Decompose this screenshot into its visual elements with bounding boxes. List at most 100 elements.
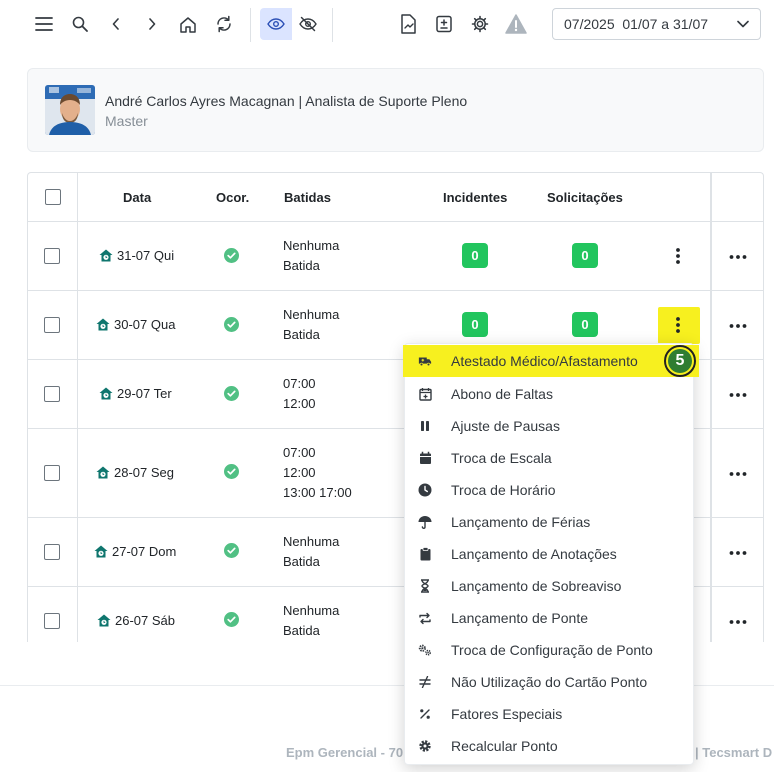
hourglass-icon <box>418 579 432 593</box>
gear-icon[interactable] <box>466 10 494 38</box>
punch-line: 07:00 <box>283 376 316 391</box>
row-checkbox[interactable] <box>44 317 60 333</box>
home-icon[interactable] <box>174 10 202 38</box>
menu-icon[interactable] <box>30 10 58 38</box>
menu-item-absence-allowance[interactable]: Abono de Faltas <box>405 378 693 410</box>
toolbar-divider <box>250 8 251 42</box>
menu-item-label: Não Utilização do Cartão Ponto <box>451 674 648 690</box>
row-checkbox[interactable] <box>44 613 60 629</box>
requests-badge[interactable]: 0 <box>572 312 598 337</box>
row-checkbox[interactable] <box>44 544 60 560</box>
chevron-down-icon <box>737 20 749 28</box>
umbrella-icon <box>418 515 432 529</box>
menu-item-label: Recalcular Ponto <box>451 738 558 754</box>
requests-badge[interactable]: 0 <box>572 243 598 268</box>
clipboard-icon <box>418 547 432 561</box>
column-divider <box>710 173 712 642</box>
menu-item-schedule-change[interactable]: Troca de Escala <box>405 442 693 474</box>
column-header-requests[interactable]: Solicitações <box>547 190 623 205</box>
repeat-icon <box>418 611 432 625</box>
ambulance-icon <box>418 354 432 368</box>
more-options-icon[interactable] <box>728 251 748 263</box>
row-checkbox[interactable] <box>44 248 60 264</box>
actions-dropdown-menu: Atestado Médico/Afastamento Abono de Fal… <box>403 343 699 765</box>
row-date[interactable]: 27-07 Dom <box>94 544 176 559</box>
cogs-icon <box>418 643 432 657</box>
punch-line: Batida <box>283 327 320 342</box>
row-date[interactable]: 28-07 Seg <box>96 465 174 480</box>
chevron-right-icon[interactable] <box>138 10 166 38</box>
menu-item-label: Lançamento de Sobreaviso <box>451 578 622 594</box>
gear-icon <box>418 739 432 753</box>
column-header-occurrence[interactable]: Ocor. <box>216 190 249 205</box>
punch-line: Batida <box>283 258 320 273</box>
menu-item-notes-entry[interactable]: Lançamento de Anotações <box>405 538 693 570</box>
footer-right-text: | Tecsmart D <box>695 745 773 760</box>
row-date[interactable]: 31-07 Qui <box>99 248 174 263</box>
more-options-icon[interactable] <box>728 468 748 480</box>
menu-item-medical-leave[interactable]: Atestado Médico/Afastamento <box>403 345 699 377</box>
eye-off-icon[interactable] <box>292 8 324 40</box>
check-circle-icon <box>224 612 239 627</box>
menu-item-label: Lançamento de Férias <box>451 514 591 530</box>
percent-icon <box>418 707 432 721</box>
menu-item-bridge-entry[interactable]: Lançamento de Ponte <box>405 602 693 634</box>
menu-item-break-adjustment[interactable]: Ajuste de Pausas <box>405 410 693 442</box>
check-circle-icon <box>224 317 239 332</box>
row-checkbox[interactable] <box>44 465 60 481</box>
menu-item-on-call-entry[interactable]: Lançamento de Sobreaviso <box>405 570 693 602</box>
row-checkbox[interactable] <box>44 386 60 402</box>
incidents-badge[interactable]: 0 <box>462 312 488 337</box>
column-header-date[interactable]: Data <box>123 190 151 205</box>
home-clock-icon <box>96 318 110 331</box>
more-options-icon[interactable] <box>728 320 748 332</box>
row-date[interactable]: 30-07 Qua <box>96 317 175 332</box>
menu-item-vacation-entry[interactable]: Lançamento de Férias <box>405 506 693 538</box>
more-options-icon[interactable] <box>728 547 748 559</box>
user-name: André Carlos Ayres Macagnan | Analista d… <box>105 93 468 109</box>
row-punches: Nenhuma Batida <box>283 601 339 641</box>
menu-item-time-change[interactable]: Troca de Horário <box>405 474 693 506</box>
calculator-icon[interactable] <box>430 10 458 38</box>
menu-item-special-factors[interactable]: Fatores Especiais <box>405 698 693 730</box>
period-select[interactable]: 07/2025 01/07 a 31/07 <box>552 8 761 40</box>
eye-icon[interactable] <box>260 8 292 40</box>
more-options-icon[interactable] <box>728 616 748 628</box>
menu-item-recalculate[interactable]: Recalcular Ponto <box>405 730 693 762</box>
punch-line: Nenhuma <box>283 307 340 322</box>
refresh-icon[interactable] <box>210 10 238 38</box>
visibility-toggle-group <box>260 8 324 40</box>
column-divider <box>77 173 78 642</box>
punch-line: Batida <box>283 554 320 569</box>
menu-item-label: Troca de Configuração de Ponto <box>451 642 653 658</box>
footer-left-text: Epm Gerencial - 70 <box>286 745 404 760</box>
warning-icon[interactable] <box>502 10 530 38</box>
column-header-punches[interactable]: Batidas <box>284 190 331 205</box>
row-date-label: 28-07 Seg <box>114 465 174 480</box>
column-header-incidents[interactable]: Incidentes <box>443 190 507 205</box>
home-clock-icon <box>96 466 110 479</box>
more-options-icon[interactable] <box>728 389 748 401</box>
menu-item-label: Atestado Médico/Afastamento <box>451 353 638 369</box>
kebab-menu-icon[interactable] <box>673 246 683 266</box>
pause-icon <box>418 419 432 433</box>
menu-item-label: Abono de Faltas <box>451 386 553 402</box>
row-date[interactable]: 26-07 Sáb <box>97 613 175 628</box>
menu-item-label: Fatores Especiais <box>451 706 563 722</box>
document-chart-icon[interactable] <box>394 10 422 38</box>
step-marker: 5 <box>664 345 696 377</box>
chevron-left-icon[interactable] <box>102 10 130 38</box>
home-clock-icon <box>99 249 113 262</box>
row-date[interactable]: 29-07 Ter <box>99 386 172 401</box>
menu-item-card-non-use[interactable]: Não Utilização do Cartão Ponto <box>405 666 693 698</box>
menu-item-label: Lançamento de Anotações <box>451 546 617 562</box>
row-punches: Nenhuma Batida <box>283 532 339 572</box>
punch-line: 13:00 17:00 <box>283 485 352 500</box>
kebab-menu-icon[interactable] <box>673 315 683 335</box>
select-all-checkbox[interactable] <box>45 189 61 205</box>
search-icon[interactable] <box>66 10 94 38</box>
incidents-badge[interactable]: 0 <box>462 243 488 268</box>
menu-item-clock-config-change[interactable]: Troca de Configuração de Ponto <box>405 634 693 666</box>
row-divider <box>28 221 763 222</box>
row-date-label: 30-07 Qua <box>114 317 176 332</box>
